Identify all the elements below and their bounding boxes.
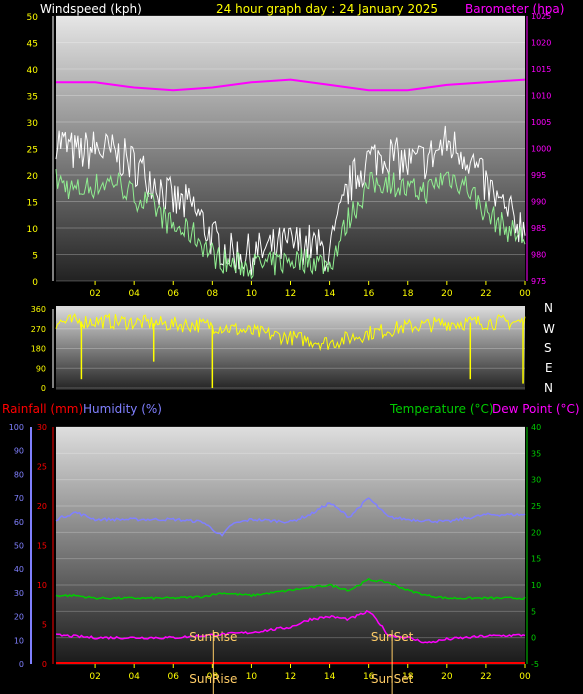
y-rain-tick-label: 5 <box>42 621 47 630</box>
y-left-tick-label: 5 <box>32 252 38 262</box>
y-humidity-tick-label: 60 <box>14 518 24 527</box>
y-humidity-tick-label: 20 <box>14 613 24 622</box>
y-right-tick-label: 1015 <box>531 65 551 74</box>
y-left-tick-label: 35 <box>27 93 38 103</box>
y-left-tick-label: 30 <box>27 119 39 129</box>
y-humidity-tick-label: 70 <box>14 494 24 503</box>
y-temp-tick-label: 30 <box>531 476 541 485</box>
x-tick-label: 04 <box>128 289 140 299</box>
windspeed-title: Windspeed (kph) <box>40 2 142 16</box>
y-temp-tick-label: 0 <box>531 634 536 643</box>
y-right-tick-label: 995 <box>531 171 546 180</box>
y-temp-tick-label: 25 <box>531 502 541 511</box>
sunset-label: SunSet <box>371 630 414 644</box>
y-tick-label: 0 <box>41 384 46 393</box>
y-humidity-tick-label: 90 <box>14 447 24 456</box>
x-tick-label: 06 <box>168 672 180 682</box>
x-tick-label: 10 <box>246 289 258 299</box>
weather-graph-canvas: Windspeed (kph) 24 hour graph day : 24 J… <box>2 2 580 694</box>
y-rain-tick-label: 0 <box>42 660 47 669</box>
y-left-tick-label: 15 <box>27 199 38 209</box>
y-right-tick-label: 1005 <box>531 118 551 127</box>
y-right-tick-label: 980 <box>531 251 546 260</box>
temperature-title: Temperature (°C) <box>389 402 494 416</box>
compass-label-n-bottom: N <box>544 381 553 395</box>
x-tick-label: 12 <box>285 672 296 682</box>
dewpoint-title: Dew Point (°C) <box>492 402 580 416</box>
sunset-axis-label: SunSet <box>371 672 414 686</box>
x-tick-label: 02 <box>89 289 100 299</box>
y-right-tick-label: 1025 <box>531 12 551 21</box>
x-tick-label: 12 <box>285 289 296 299</box>
direction-chart-axes: 0 90 180 270 360 <box>31 305 54 393</box>
y-right-tick-label: 1000 <box>531 145 551 154</box>
x-tick-label: 02 <box>89 672 100 682</box>
y-left-tick-label: 25 <box>27 146 38 156</box>
y-rain-tick-label: 25 <box>37 463 47 472</box>
compass-label-s: S <box>544 341 552 355</box>
y-humidity-tick-label: 30 <box>14 589 24 598</box>
y-temp-tick-label: 10 <box>531 581 541 590</box>
wind-barometer-chart: 0510152025303540455097598098599099510001… <box>27 12 552 299</box>
y-humidity-tick-label: 80 <box>14 470 24 479</box>
x-tick-label: 22 <box>480 672 491 682</box>
humidity-title: Humidity (%) <box>83 402 162 416</box>
x-tick-label: 00 <box>519 672 531 682</box>
y-right-tick-label: 1010 <box>531 92 551 101</box>
y-rain-tick-label: 15 <box>37 542 47 551</box>
y-temp-tick-label: -5 <box>531 660 539 669</box>
y-right-tick-label: 990 <box>531 198 546 207</box>
y-tick-label: 90 <box>36 364 46 373</box>
y-temp-tick-label: 20 <box>531 528 541 537</box>
y-right-tick-label: 975 <box>531 277 546 286</box>
date-title: 24 hour graph day : 24 January 2025 <box>216 2 438 16</box>
x-tick-label: 18 <box>402 289 414 299</box>
x-tick-label: 20 <box>441 672 453 682</box>
y-right-tick-label: 1020 <box>531 39 551 48</box>
y-humidity-tick-label: 50 <box>14 542 24 551</box>
y-humidity-tick-label: 10 <box>14 636 24 645</box>
y-left-tick-label: 40 <box>27 66 39 76</box>
compass-label-n-top: N <box>544 301 553 315</box>
y-temp-tick-label: 15 <box>531 555 541 564</box>
sunrise-label: SunRise <box>189 630 237 644</box>
y-humidity-tick-label: 40 <box>14 565 24 574</box>
x-tick-label: 16 <box>363 289 375 299</box>
y-temp-tick-label: 40 <box>531 423 541 432</box>
y-left-tick-label: 50 <box>27 13 39 23</box>
wind-direction-chart: 0 90 180 270 360 N W S E N <box>31 301 555 395</box>
x-tick-label: 06 <box>168 289 180 299</box>
y-temp-tick-label: 5 <box>531 607 536 616</box>
x-tick-label: 20 <box>441 289 453 299</box>
x-tick-label: 22 <box>480 289 491 299</box>
x-tick-label: 08 <box>207 289 219 299</box>
y-tick-label: 270 <box>31 325 46 334</box>
y-tick-label: 180 <box>31 345 46 354</box>
compass-labels: N W S E N <box>543 301 555 395</box>
compass-label-w: W <box>543 322 555 336</box>
y-rain-tick-label: 30 <box>37 423 47 432</box>
x-tick-label: 04 <box>128 672 140 682</box>
sunrise-axis-label: SunRise <box>189 672 237 686</box>
y-rain-tick-label: 20 <box>37 502 47 511</box>
x-tick-label: 14 <box>324 672 336 682</box>
y-temp-tick-label: 35 <box>531 449 541 458</box>
x-tick-label: 14 <box>324 289 336 299</box>
y-humidity-tick-label: 100 <box>9 423 24 432</box>
y-right-tick-label: 985 <box>531 224 546 233</box>
x-tick-label: 10 <box>246 672 258 682</box>
temperature-humidity-chart: -505101520253035400102030405060708090100… <box>9 423 541 694</box>
y-tick-label: 360 <box>31 305 46 314</box>
y-left-tick-label: 0 <box>32 278 38 288</box>
y-left-tick-label: 45 <box>27 40 38 50</box>
y-humidity-tick-label: 0 <box>19 660 24 669</box>
y-rain-tick-label: 10 <box>37 581 47 590</box>
y-left-tick-label: 20 <box>27 172 39 182</box>
rainfall-title: Rainfall (mm) <box>2 402 83 416</box>
x-tick-label: 00 <box>519 289 531 299</box>
compass-label-e: E <box>545 361 553 375</box>
y-left-tick-label: 10 <box>27 225 39 235</box>
